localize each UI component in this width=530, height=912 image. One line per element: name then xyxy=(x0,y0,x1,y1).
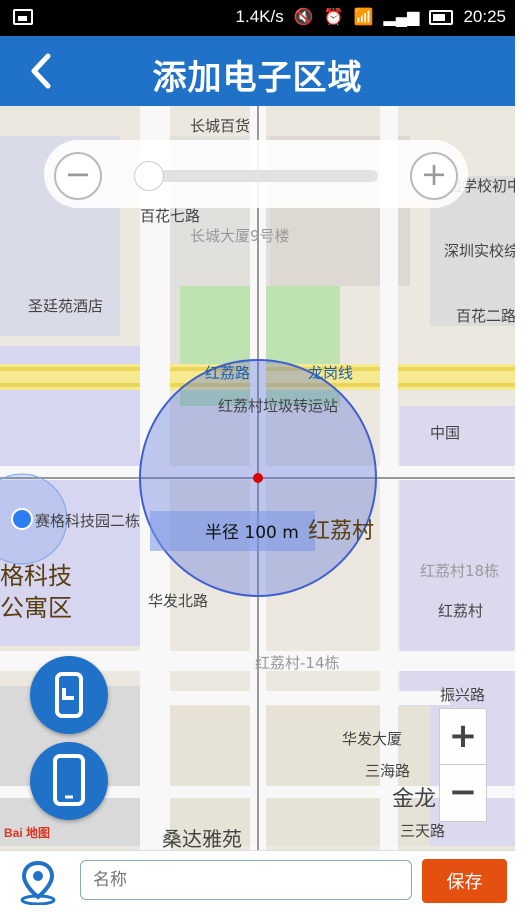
map-label: 公寓区 xyxy=(0,594,72,622)
status-right: 1.4K/s 🔇 ⏰ 📶 ▂▄▆ 20:25 xyxy=(236,7,506,27)
map-label: 深圳实校综合 xyxy=(444,242,515,260)
save-button[interactable]: 保存 xyxy=(422,859,507,903)
map-label: 红荔村-14栋 xyxy=(255,654,340,672)
center-marker xyxy=(253,473,263,483)
gallery-icon xyxy=(13,9,33,25)
map-label: 振兴路 xyxy=(440,686,485,704)
map-label: 华发大厦 xyxy=(342,730,402,748)
zoom-track[interactable] xyxy=(144,170,378,182)
clock: 20:25 xyxy=(463,7,506,26)
network-speed: 1.4K/s xyxy=(235,7,284,26)
zoom-knob[interactable] xyxy=(134,161,164,191)
map-label: 长城大厦9号楼 xyxy=(190,227,290,245)
map-label: 华发北路 xyxy=(148,592,208,610)
header: 添加电子区域 xyxy=(0,36,515,106)
edge-strip xyxy=(515,0,530,911)
map-label: 红荔村18栋 xyxy=(420,562,499,580)
watch-button[interactable] xyxy=(30,656,108,734)
map-zoom-control: + − xyxy=(439,708,487,822)
page-title: 添加电子区域 xyxy=(152,58,363,98)
map-zoom-out-button[interactable]: − xyxy=(440,765,486,820)
bottom-bar: 保存 xyxy=(0,850,515,912)
map-label: 百花七路 xyxy=(140,207,200,225)
map-label: 红荔村 xyxy=(308,519,374,544)
name-input[interactable] xyxy=(80,860,412,900)
map-label: 三天路 xyxy=(400,822,445,840)
map-label: 三海路 xyxy=(365,762,410,780)
map-zoom-in-button[interactable]: + xyxy=(440,709,486,764)
map-label: 圣廷苑酒店 xyxy=(28,297,103,315)
map-label: 桑达雅苑 xyxy=(162,827,242,850)
baidu-logo: Bai 地图 xyxy=(4,826,51,840)
radius-label: 半径 100 m xyxy=(205,523,299,543)
location-pin-button[interactable] xyxy=(16,859,60,906)
mute-icon: 🔇 xyxy=(293,9,314,26)
map-label: 金龙 xyxy=(392,787,436,812)
map-label: 中国 xyxy=(430,424,460,442)
watch-icon xyxy=(55,672,83,718)
current-location-dot xyxy=(11,508,33,530)
map-label: 长城百货 xyxy=(190,117,250,135)
signal-icon: ▂▄▆ xyxy=(383,9,420,26)
map-view[interactable]: 半径 100 m 长城百货 长城大厦9号楼 圣廷苑酒店 红荔路 龙岗线 红荔村垃… xyxy=(0,106,515,850)
phone-button[interactable] xyxy=(30,742,108,820)
phone-icon xyxy=(53,754,85,806)
battery-icon xyxy=(429,9,454,25)
map-label: 红荔村 xyxy=(438,602,483,620)
zoom-in-button[interactable]: + xyxy=(410,152,458,200)
map-canvas[interactable]: 半径 100 m 长城百货 长城大厦9号楼 圣廷苑酒店 红荔路 龙岗线 红荔村垃… xyxy=(0,106,515,850)
map-label: 龙岗线 xyxy=(308,364,353,382)
map-label: 红荔村垃圾转运站 xyxy=(218,397,338,415)
map-label: 格科技 xyxy=(0,562,72,590)
location-pin-icon xyxy=(20,860,56,906)
wifi-icon: 📶 xyxy=(353,9,374,26)
status-bar: 1.4K/s 🔇 ⏰ 📶 ▂▄▆ 20:25 xyxy=(0,0,515,36)
map-label: 赛格科技园二栋 xyxy=(35,512,140,530)
alarm-icon: ⏰ xyxy=(323,9,344,26)
zoom-slider-bar: − + xyxy=(44,140,468,208)
zoom-out-button[interactable]: − xyxy=(54,152,102,200)
map-label: 红荔路 xyxy=(205,364,250,382)
map-label: 百花二路 xyxy=(456,307,515,325)
